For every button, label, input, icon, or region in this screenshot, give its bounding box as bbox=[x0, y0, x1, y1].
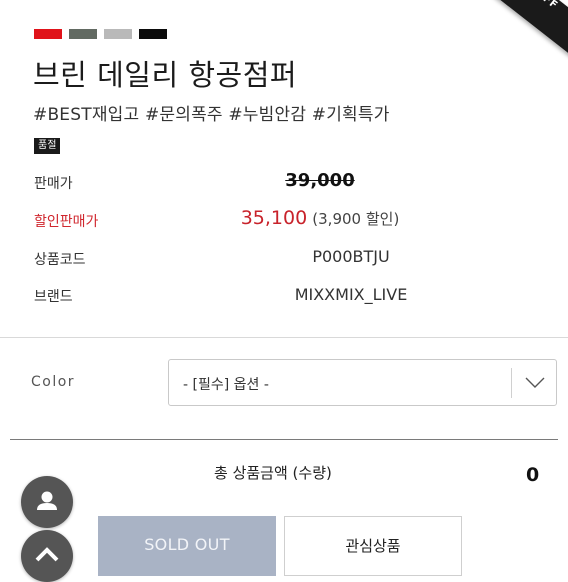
swatch-light-gray[interactable] bbox=[104, 29, 132, 39]
brand-label: 브랜드 bbox=[34, 289, 73, 305]
product-tags: #BEST재입고 #문의폭주 #누빔안감 #기획특가 bbox=[33, 105, 390, 125]
total-value: 0 bbox=[526, 464, 540, 486]
original-price: 39,000 bbox=[285, 170, 355, 191]
profile-button[interactable] bbox=[21, 476, 73, 528]
swatch-red[interactable] bbox=[34, 29, 62, 39]
user-icon bbox=[37, 491, 57, 510]
color-option-select[interactable]: - [필수] 옵션 - bbox=[168, 359, 557, 406]
discount-ribbon: OFF bbox=[482, 0, 568, 60]
sale-price-value: 35,100 (3,900 할인) bbox=[241, 207, 400, 229]
chevron-down-icon bbox=[525, 377, 545, 388]
select-value: - [필수] 옵션 - bbox=[183, 377, 269, 393]
price-label: 판매가 bbox=[34, 176, 73, 192]
color-swatches bbox=[34, 29, 167, 39]
scroll-top-button[interactable] bbox=[21, 530, 73, 582]
product-code-label: 상품코드 bbox=[34, 252, 86, 268]
option-label: Color bbox=[31, 374, 76, 390]
product-title: 브린 데일리 항공점퍼 bbox=[33, 58, 298, 92]
brand-value: MIXXMIX_LIVE bbox=[294, 285, 408, 304]
chevron-up-icon bbox=[35, 547, 59, 562]
wishlist-button[interactable]: 관심상품 bbox=[284, 516, 462, 576]
select-separator bbox=[511, 368, 512, 398]
swatch-dark-gray[interactable] bbox=[69, 29, 97, 39]
total-label: 총 상품금액 (수량) bbox=[214, 464, 332, 482]
price-value: 39,000 bbox=[285, 170, 354, 191]
divider bbox=[0, 337, 568, 338]
swatch-black[interactable] bbox=[139, 29, 167, 39]
discount-amount: (3,900 할인) bbox=[312, 210, 400, 228]
divider bbox=[10, 439, 558, 440]
sale-price: 35,100 bbox=[240, 207, 308, 229]
sale-price-label: 할인판매가 bbox=[34, 214, 99, 230]
sold-out-badge: 품절 bbox=[34, 138, 61, 154]
sold-out-button[interactable]: SOLD OUT bbox=[98, 516, 276, 576]
product-code-value: P000BTJU bbox=[312, 247, 390, 266]
